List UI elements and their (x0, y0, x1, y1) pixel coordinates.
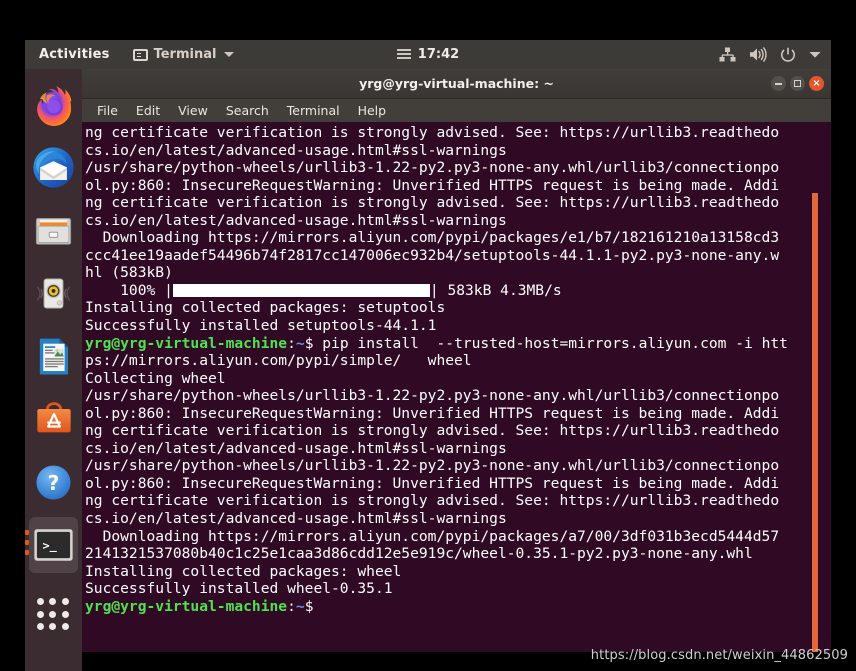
desktop-screen: Activities Terminal 17:42 ? >_ yrg@yrg-v… (0, 0, 856, 671)
terminal-output-area[interactable]: ng certificate verification is strongly … (82, 122, 831, 652)
terminal-line: ps://mirrors.aliyun.com/pypi/simple/ whe… (85, 352, 472, 370)
ubuntu-dock: ? >_ (25, 69, 82, 671)
network-icon[interactable] (719, 47, 736, 62)
gnome-top-bar: Activities Terminal 17:42 (25, 40, 831, 69)
dock-item-terminal[interactable]: >_ (25, 517, 78, 573)
terminal-line: Downloading https://mirrors.aliyun.com/p… (85, 527, 780, 545)
terminal-line: cs.io/en/latest/advanced-usage.html#ssl-… (85, 439, 507, 457)
svg-text:>_: >_ (42, 538, 57, 553)
dock-item-rhythmbox[interactable] (29, 265, 78, 321)
window-title: yrg@yrg-virtual-machine: ~ (359, 76, 554, 91)
terminal-text: ng certificate verification is strongly … (85, 124, 831, 615)
grid-icon (36, 598, 71, 632)
terminal-line: ol.py:860: InsecureRequestWarning: Unver… (85, 176, 780, 194)
terminal-line: ng certificate verification is strongly … (85, 492, 780, 510)
terminal-line: Downloading https://mirrors.aliyun.com/p… (85, 229, 780, 247)
terminal-line: cs.io/en/latest/advanced-usage.html#ssl-… (85, 141, 507, 159)
power-icon[interactable] (780, 47, 796, 63)
terminal-menubar: File Edit View Search Terminal Help (82, 99, 831, 122)
terminal-line: Successfully installed setuptools-44.1.1 (85, 317, 437, 335)
dock-item-libreoffice[interactable] (29, 328, 78, 384)
menu-view[interactable]: View (169, 101, 217, 120)
menu-edit[interactable]: Edit (127, 101, 169, 120)
activities-button[interactable]: Activities (34, 45, 115, 64)
terminal-line: ol.py:860: InsecureRequestWarning: Unver… (85, 474, 780, 492)
hamburger-icon (396, 49, 411, 60)
menu-file[interactable]: File (88, 101, 127, 120)
chevron-down-icon[interactable] (809, 51, 821, 59)
libreoffice-writer-icon (39, 338, 69, 374)
menu-help[interactable]: Help (349, 101, 396, 120)
terminal-line: hl (583kB) (85, 264, 173, 282)
svg-text:?: ? (48, 470, 60, 494)
menu-search[interactable]: Search (217, 101, 278, 120)
terminal-line: Installing collected packages: wheel (85, 562, 402, 580)
terminal-line: ccc41ee19aadef54496b74f2817cc147006ec932… (85, 246, 780, 264)
clock-label: 17:42 (417, 47, 460, 62)
terminal-icon (132, 48, 148, 61)
terminal-line: /usr/share/python-wheels/urllib3-1.22-py… (85, 159, 780, 177)
watermark: https://blog.csdn.net/weixin_44862509 (590, 648, 848, 663)
show-applications-button[interactable] (29, 584, 78, 640)
dock-item-firefox[interactable] (29, 76, 78, 132)
app-menu-label: Terminal (153, 47, 217, 62)
close-button[interactable]: × (809, 76, 824, 91)
dock-item-ubuntu-software[interactable] (29, 391, 78, 447)
window-titlebar[interactable]: yrg@yrg-virtual-machine: ~ × (82, 69, 831, 99)
dock-item-files[interactable] (29, 202, 78, 258)
ubuntu-software-icon (36, 402, 71, 433)
chevron-down-icon (224, 52, 235, 57)
terminal-prompt-line: yrg@yrg-virtual-machine:~$ (85, 597, 314, 615)
terminal-scrollbar[interactable] (812, 193, 818, 652)
maximize-button[interactable] (790, 76, 805, 91)
window-buttons: × (771, 69, 824, 98)
minimize-button[interactable] (771, 76, 786, 91)
terminal-line: ng certificate verification is strongly … (85, 194, 780, 212)
terminal-line: Successfully installed wheel-0.35.1 (85, 580, 393, 598)
terminal-window: yrg@yrg-virtual-machine: ~ × File Edit V… (82, 69, 831, 652)
terminal-line: 2141321537080b40c1c25e1caa3d86cdd12e5e91… (85, 545, 753, 563)
terminal-line: ng certificate verification is strongly … (85, 124, 780, 141)
thunderbird-icon (33, 146, 74, 188)
terminal-line: /usr/share/python-wheels/urllib3-1.22-py… (85, 457, 780, 475)
help-icon: ? (36, 464, 71, 500)
menu-terminal[interactable]: Terminal (278, 101, 349, 120)
dock-item-help[interactable]: ? (29, 454, 78, 510)
terminal-line: cs.io/en/latest/advanced-usage.html#ssl-… (85, 211, 507, 229)
progress-bar (172, 283, 430, 297)
dock-item-thunderbird[interactable] (29, 139, 78, 195)
app-menu-button[interactable]: Terminal (132, 47, 235, 62)
terminal-line: Installing collected packages: setuptool… (85, 299, 446, 317)
terminal-line: cs.io/en/latest/advanced-usage.html#ssl-… (85, 510, 507, 528)
firefox-icon (37, 85, 72, 126)
terminal-progress-line: 100% | | 583kB 4.3MB/s (85, 281, 562, 299)
terminal-line: /usr/share/python-wheels/urllib3-1.22-py… (85, 387, 780, 405)
status-indicators[interactable] (719, 47, 821, 63)
files-icon (35, 217, 72, 245)
terminal-prompt-line: yrg@yrg-virtual-machine:~$ pip install -… (85, 334, 788, 352)
rhythmbox-icon (36, 277, 71, 309)
terminal-icon: >_ (34, 529, 73, 561)
terminal-line: ol.py:860: InsecureRequestWarning: Unver… (85, 404, 780, 422)
terminal-line: Collecting wheel (85, 369, 226, 387)
volume-icon[interactable] (749, 47, 767, 62)
terminal-line: ng certificate verification is strongly … (85, 422, 780, 440)
